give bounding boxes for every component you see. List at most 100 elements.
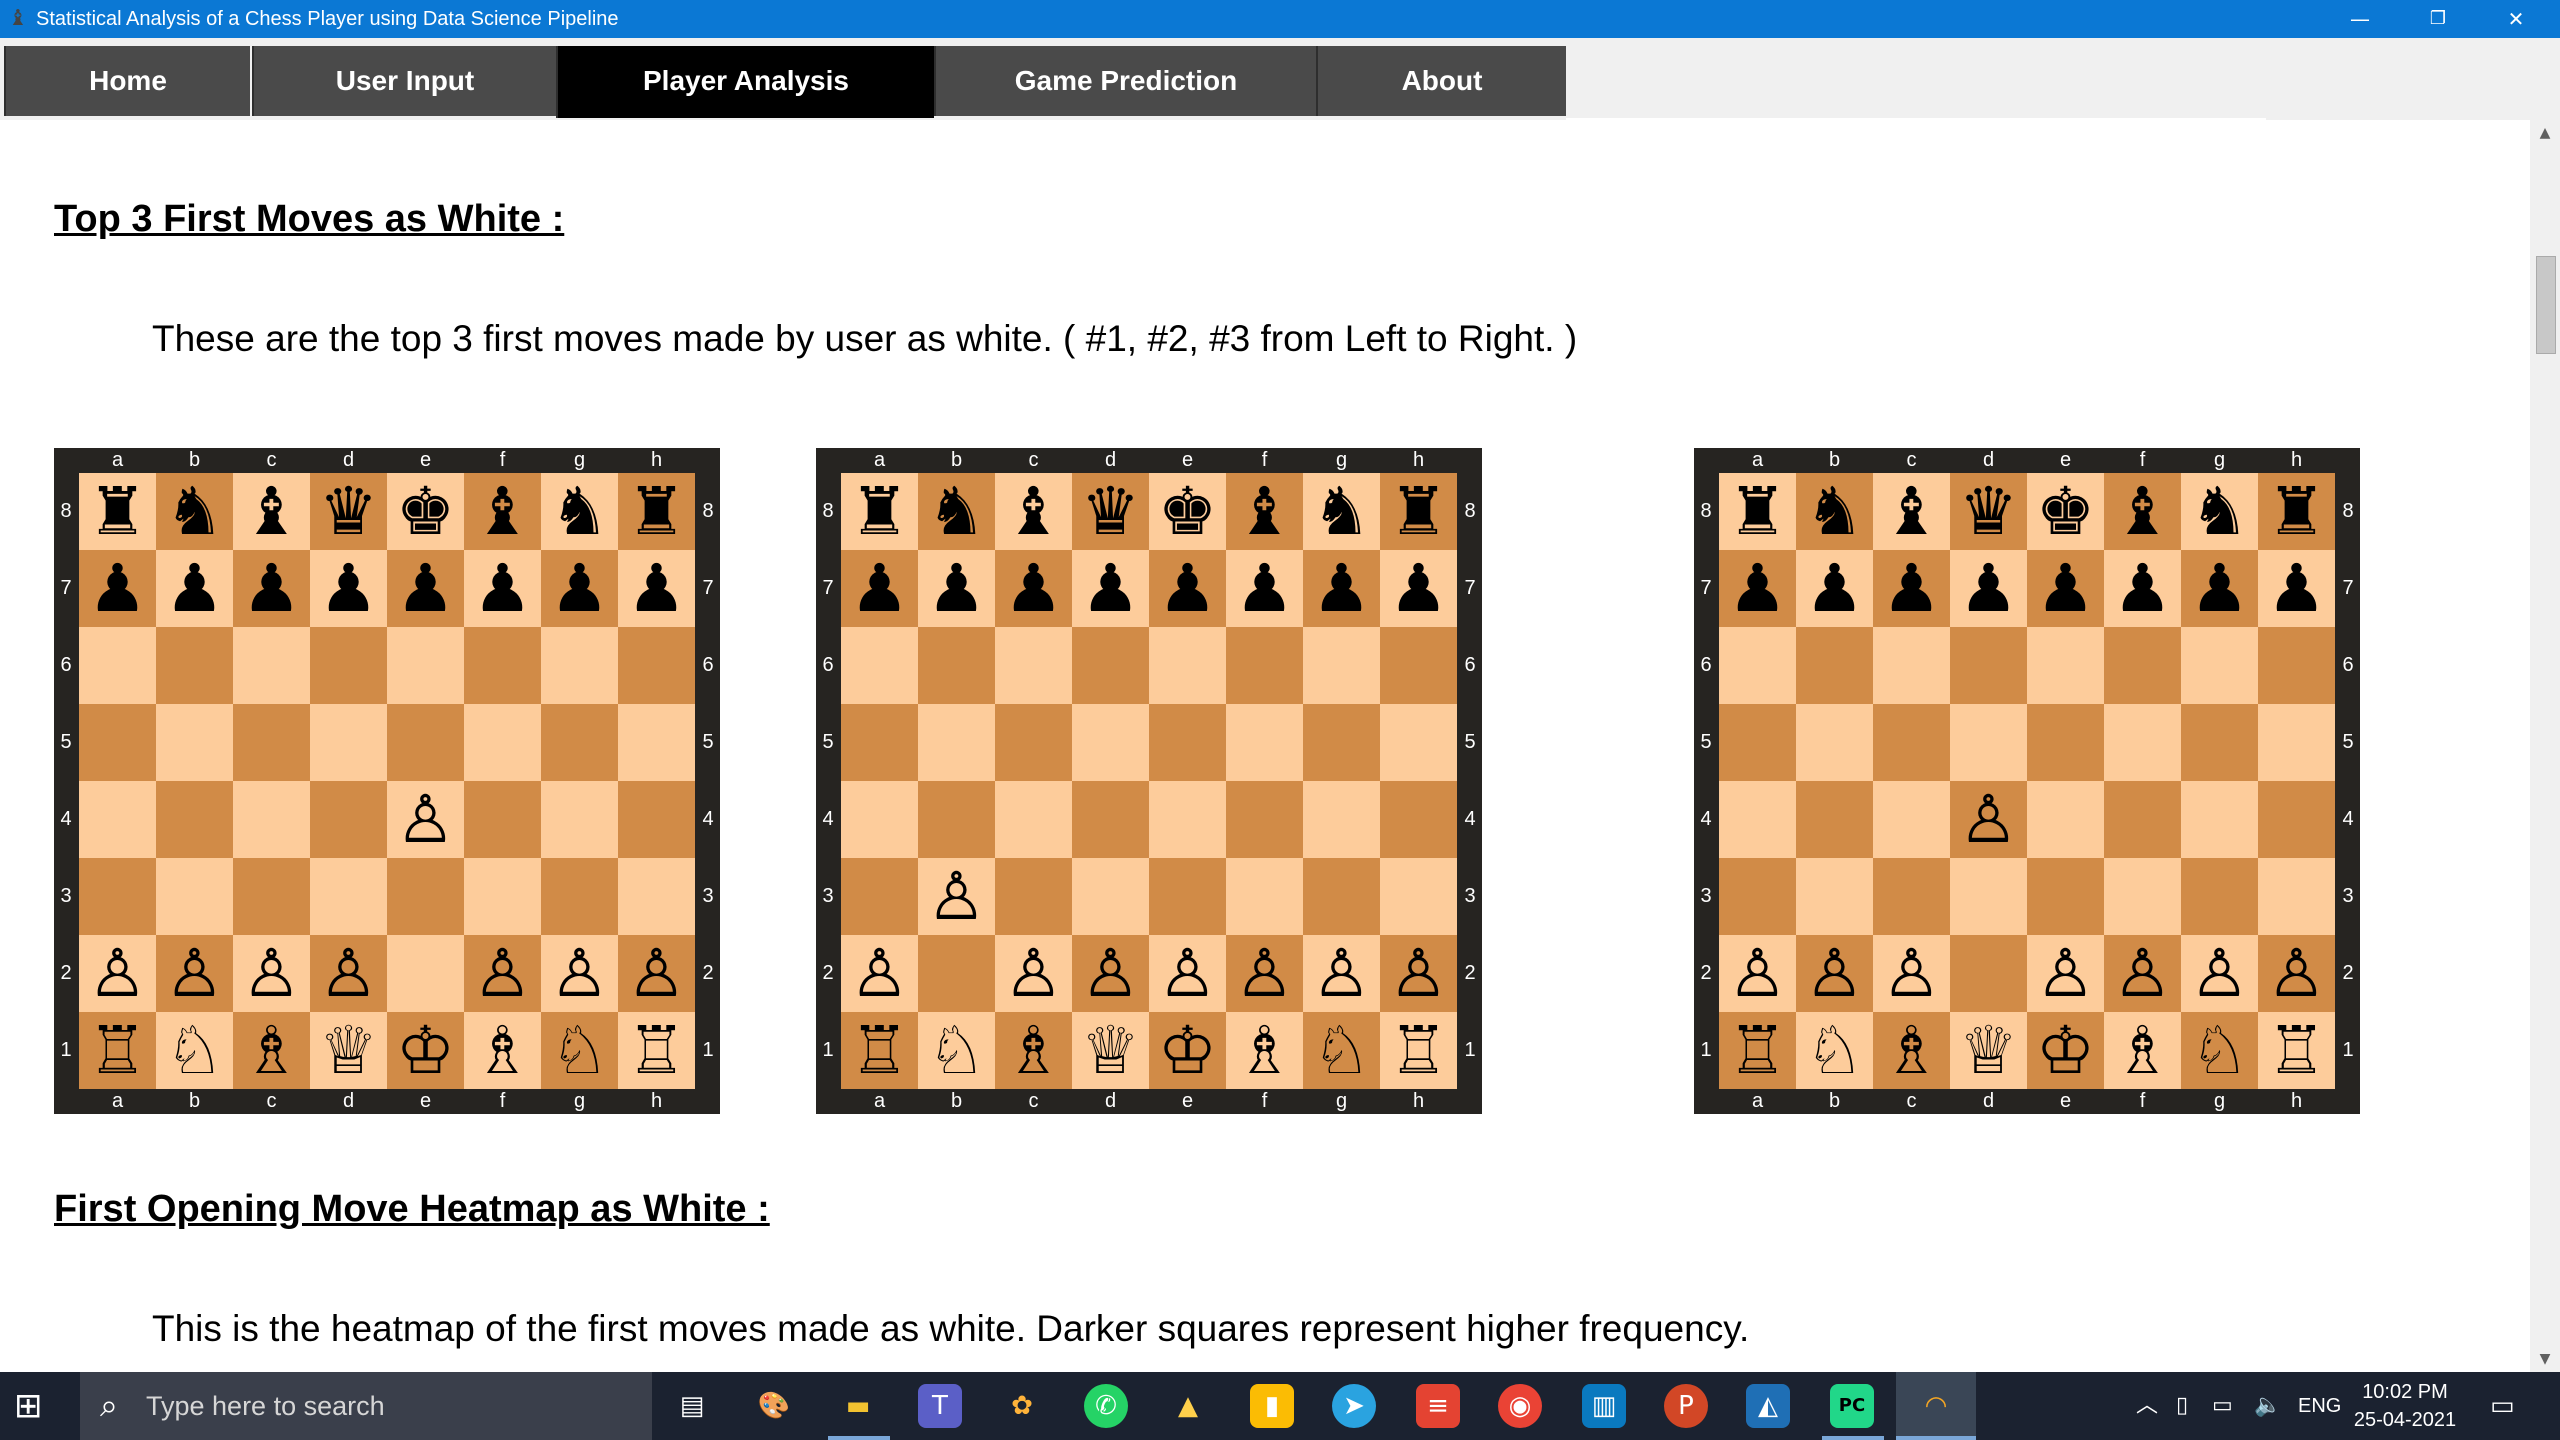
square-g4 — [1303, 781, 1380, 858]
black-bishop-icon: ♝ — [241, 473, 302, 550]
tab-player-analysis[interactable]: Player Analysis — [556, 46, 934, 118]
file-label-c: c — [1906, 449, 1917, 471]
file-label-e: e — [2059, 1090, 2072, 1112]
photos-viewer-icon[interactable]: ◭ — [1746, 1384, 1790, 1428]
keep-notes-icon[interactable]: ▮ — [1250, 1384, 1294, 1428]
battery-icon[interactable]: ▯ — [2176, 1372, 2188, 1440]
task-view-icon[interactable]: ▤ — [670, 1384, 714, 1428]
black-rook-icon: ♜ — [2266, 473, 2327, 550]
square-g6 — [541, 627, 618, 704]
white-rook-icon: ♖ — [849, 1012, 910, 1089]
taskbar-search-box[interactable]: ⌕ Type here to search — [80, 1372, 652, 1440]
notifications-icon[interactable]: ▭ — [2490, 1372, 2515, 1440]
square-f3 — [1226, 858, 1303, 935]
file-label-c: c — [1028, 1090, 1039, 1112]
square-e4 — [1149, 781, 1226, 858]
telegram-icon[interactable]: ➤ — [1332, 1384, 1376, 1428]
white-pawn-icon: ♙ — [1388, 935, 1449, 1012]
scrollbar-thumb[interactable] — [2536, 256, 2556, 354]
white-pawn-icon: ♙ — [87, 935, 148, 1012]
square-b2: ♙ — [156, 935, 233, 1012]
square-h4 — [2258, 781, 2335, 858]
tab-home[interactable]: Home — [4, 46, 250, 116]
file-label-g: g — [573, 1090, 586, 1112]
whatsapp-icon[interactable]: ✆ — [1084, 1384, 1128, 1428]
rank-label-5: 5 — [60, 730, 72, 753]
rank-label-7: 7 — [1464, 576, 1476, 599]
language-indicator[interactable]: ENG — [2298, 1372, 2341, 1440]
rank-label-7: 7 — [2342, 576, 2354, 599]
tab-user-input[interactable]: User Input — [252, 46, 556, 116]
black-pawn-icon: ♟ — [626, 550, 687, 627]
paint-icon[interactable]: 🎨 — [752, 1384, 796, 1428]
file-label-a: a — [111, 1090, 124, 1112]
python-app-icon[interactable]: ◠ — [1914, 1384, 1958, 1428]
chrome-icon[interactable]: ◉ — [1498, 1384, 1542, 1428]
todoist-icon[interactable]: ≡ — [1416, 1384, 1460, 1428]
trello-icon[interactable]: ▥ — [1582, 1384, 1626, 1428]
square-e3 — [2027, 858, 2104, 935]
minimize-button[interactable]: — — [2322, 0, 2398, 38]
file-label-g: g — [2213, 449, 2226, 471]
square-a3 — [79, 858, 156, 935]
square-d2: ♙ — [310, 935, 387, 1012]
system-clock[interactable]: 10:02 PM 25-04-2021 — [2350, 1378, 2460, 1434]
black-pawn-icon: ♟ — [1804, 550, 1865, 627]
white-bishop-icon: ♗ — [1234, 1012, 1295, 1089]
restore-button[interactable]: ❐ — [2400, 0, 2476, 38]
black-pawn-icon: ♟ — [2035, 550, 2096, 627]
black-pawn-icon: ♟ — [1958, 550, 2019, 627]
rank-label-4: 4 — [60, 807, 72, 830]
square-b4 — [156, 781, 233, 858]
square-b3: ♙ — [918, 858, 995, 935]
square-f6 — [2104, 627, 2181, 704]
square-f4 — [464, 781, 541, 858]
network-icon[interactable]: ▭ — [2212, 1372, 2233, 1440]
square-d7: ♟ — [1950, 550, 2027, 627]
rank-label-8: 8 — [822, 499, 834, 522]
black-knight-icon: ♞ — [549, 473, 610, 550]
windows-start-icon[interactable]: ⊞ — [14, 1388, 50, 1424]
square-a3 — [841, 858, 918, 935]
black-pawn-icon: ♟ — [472, 550, 533, 627]
file-label-d: d — [1982, 449, 1995, 471]
pycharm-icon[interactable]: PC — [1830, 1384, 1874, 1428]
square-a1: ♖ — [79, 1012, 156, 1089]
running-indicator — [828, 1436, 890, 1440]
white-pawn-icon: ♙ — [1727, 935, 1788, 1012]
file-label-c: c — [1028, 449, 1039, 471]
square-f5 — [1226, 704, 1303, 781]
file-label-h: h — [650, 1090, 663, 1112]
white-pawn-icon: ♙ — [1003, 935, 1064, 1012]
white-pawn-icon: ♙ — [395, 781, 456, 858]
square-d8: ♛ — [310, 473, 387, 550]
square-c5 — [1873, 704, 1950, 781]
teams-icon[interactable]: T — [918, 1384, 962, 1428]
powerpoint-icon[interactable]: P — [1664, 1384, 1708, 1428]
white-king-icon: ♔ — [395, 1012, 456, 1089]
file-explorer-icon[interactable]: ▬ — [836, 1384, 880, 1428]
square-c8: ♝ — [995, 473, 1072, 550]
square-e2: ♙ — [2027, 935, 2104, 1012]
tab-game-prediction[interactable]: Game Prediction — [934, 46, 1316, 116]
square-b8: ♞ — [156, 473, 233, 550]
black-knight-icon: ♞ — [164, 473, 225, 550]
vertical-scrollbar[interactable]: ▲ ▼ — [2530, 120, 2560, 1372]
white-knight-icon: ♘ — [1804, 1012, 1865, 1089]
file-label-g: g — [1335, 449, 1348, 471]
tab-about[interactable]: About — [1316, 46, 1566, 116]
close-button[interactable]: ✕ — [2478, 0, 2554, 38]
square-d3 — [310, 858, 387, 935]
white-pawn-icon: ♙ — [241, 935, 302, 1012]
scroll-down-arrow-icon[interactable]: ▼ — [2530, 1346, 2560, 1372]
scroll-up-arrow-icon[interactable]: ▲ — [2530, 120, 2560, 146]
square-a8: ♜ — [79, 473, 156, 550]
volume-icon[interactable]: 🔈 — [2254, 1372, 2281, 1440]
photos-icon[interactable]: ✿ — [1000, 1384, 1044, 1428]
google-drive-icon[interactable]: ▲ — [1166, 1384, 1210, 1428]
rank-label-5: 5 — [1464, 730, 1476, 753]
square-e7: ♟ — [387, 550, 464, 627]
show-hidden-icons-chevron-icon[interactable]: ︿ — [2136, 1372, 2158, 1440]
square-a5 — [1719, 704, 1796, 781]
black-pawn-icon: ♟ — [1003, 550, 1064, 627]
